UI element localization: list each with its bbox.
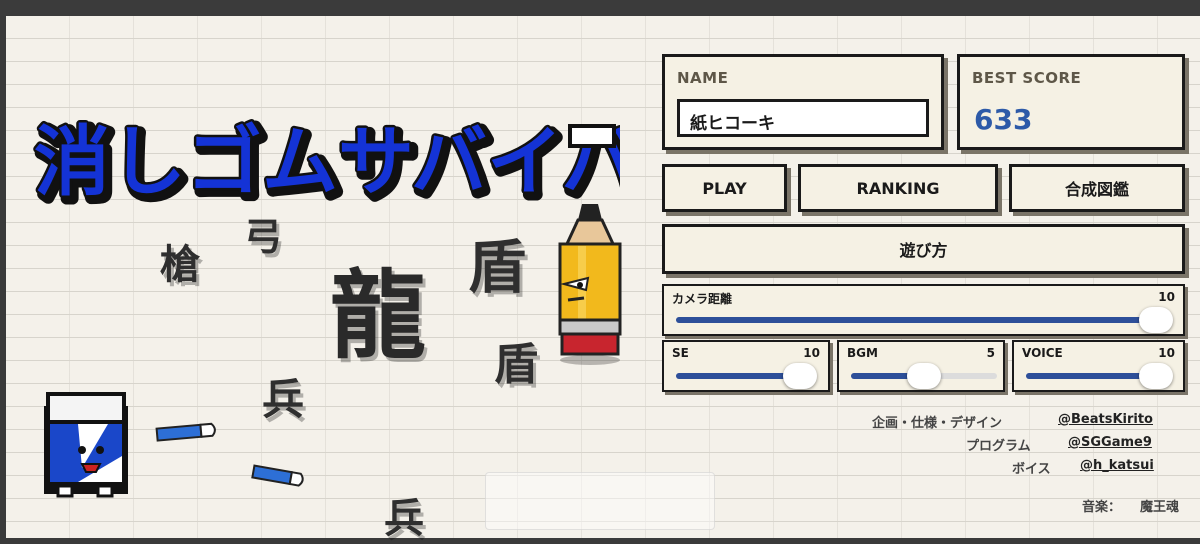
slider-knob[interactable] (1139, 363, 1173, 389)
kanji-soldier: 兵 (262, 375, 305, 424)
slider-knob[interactable] (783, 363, 817, 389)
credit-program-link[interactable]: @SGGame9 (1068, 435, 1152, 450)
fusion-encyclopedia-button[interactable]: 合成図鑑 (1009, 164, 1185, 212)
slider-knob[interactable] (907, 363, 941, 389)
credit-voice-link[interactable]: @h_katsui (1080, 458, 1154, 473)
best-score-label: BEST SCORE (972, 69, 1082, 87)
title-dash-highlight (568, 124, 616, 148)
name-panel: NAME 紙ヒコーキ (662, 54, 944, 150)
bgm-label: BGM (847, 346, 878, 360)
se-label: SE (672, 346, 689, 360)
pencil-character-icon (558, 204, 622, 365)
play-button[interactable]: PLAY (662, 164, 787, 212)
best-score-panel: BEST SCORE 633 (957, 54, 1185, 150)
bgm-value: 5 (986, 346, 995, 360)
voice-value: 10 (1158, 346, 1175, 360)
slider-knob[interactable] (1139, 307, 1173, 333)
slider-fill (1026, 373, 1156, 379)
kanji-shield: 盾 (494, 339, 538, 390)
slider-track[interactable] (851, 363, 997, 389)
name-input[interactable]: 紙ヒコーキ (677, 99, 929, 137)
slider-track[interactable] (1026, 363, 1173, 389)
credit-music-label: 音楽： (1082, 500, 1122, 515)
slider-fill (676, 373, 800, 379)
se-volume-slider: SE 10 (662, 340, 830, 392)
credit-music-name: 魔王魂 (1140, 500, 1180, 515)
eraser-bullet-icon (251, 464, 304, 487)
slider-track[interactable] (676, 363, 817, 389)
kanji-spear: 槍 (160, 241, 200, 288)
eraser-bullet-icon (155, 422, 216, 442)
title-text: 消しゴムサバイバー (34, 117, 620, 206)
credit-planning-link[interactable]: @BeatsKirito (1058, 412, 1153, 427)
kanji-dragon: 龍 (330, 259, 426, 372)
kanji-shield: 盾 (468, 233, 527, 301)
name-label: NAME (677, 69, 729, 87)
voice-label: VOICE (1022, 346, 1063, 360)
how-to-play-button[interactable]: 遊び方 (662, 224, 1185, 274)
credit-program-label: プログラム (966, 439, 1031, 454)
slider-track[interactable] (676, 307, 1173, 333)
faded-overlay-box (485, 472, 715, 530)
se-value: 10 (803, 346, 820, 360)
game-title-logo: 消しゴムサバイバー 消しゴムサバイバー (32, 115, 621, 216)
camera-distance-slider: カメラ距離 10 (662, 284, 1185, 336)
credit-voice-label: ボイス (1012, 462, 1051, 477)
bgm-volume-slider: BGM 5 (837, 340, 1005, 392)
best-score-value: 633 (974, 103, 1033, 136)
ranking-button[interactable]: RANKING (798, 164, 998, 212)
credit-planning-label: 企画・仕様・デザイン (872, 416, 1003, 431)
game-stage: 消しゴムサバイバー 消しゴムサバイバー 槍 弓 龍 盾 盾 兵 兵 (0, 0, 715, 542)
voice-volume-slider: VOICE 10 (1012, 340, 1185, 392)
kanji-soldier: 兵 (384, 495, 424, 542)
kanji-bow: 弓 (244, 214, 283, 259)
camera-distance-label: カメラ距離 (672, 292, 733, 306)
eraser-character-icon (44, 392, 128, 498)
slider-fill (676, 317, 1156, 323)
camera-distance-value: 10 (1158, 290, 1175, 304)
